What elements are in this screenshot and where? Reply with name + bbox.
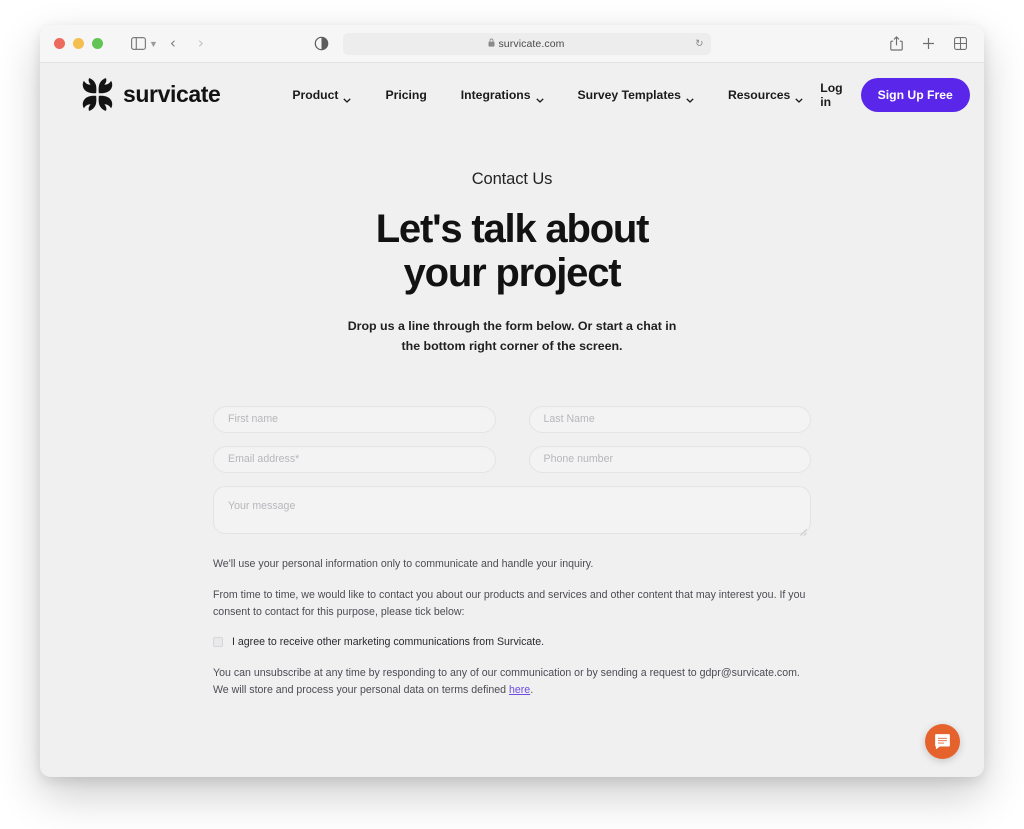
url-text: survicate.com [498,37,565,50]
legal-text-block: We'll use your personal information only… [213,556,811,700]
browser-actions [886,32,970,56]
nav-label: Integrations [460,87,531,102]
resize-handle-icon[interactable] [799,523,807,536]
browser-toolbar: ▼ ‹ › survicate.com ↻ [40,25,984,63]
legal-paragraph-2: From time to time, we would like to cont… [213,588,806,618]
minimize-window-button[interactable] [73,38,84,49]
back-arrow-icon: ‹ [169,34,176,52]
chevron-down-icon [795,92,803,103]
legal-paragraph-3: You can unsubscribe at any time by respo… [213,665,811,699]
message-placeholder: Your message [228,499,296,512]
page-subtitle: Drop us a line through the form below. O… [40,317,984,357]
last-name-input[interactable]: Last Name [528,405,811,433]
forward-arrow-icon: › [197,34,204,52]
message-textarea[interactable]: Your message [213,485,811,536]
nav-item-survey-templates[interactable]: Survey Templates [561,87,711,103]
legal-paragraph-3-suffix: . [530,684,534,697]
first-name-placeholder: First name [228,413,279,426]
survicate-logo-icon [81,78,114,111]
nav-item-integrations[interactable]: Integrations [444,87,561,103]
window-controls [54,38,103,49]
close-window-button[interactable] [54,38,65,49]
nav-label: Resources [727,87,791,102]
nav-item-product[interactable]: Product [275,87,368,103]
phone-placeholder: Phone number [543,453,614,466]
terms-here-link[interactable]: here [509,684,530,696]
first-name-input[interactable]: First name [213,405,496,433]
lock-icon [488,38,495,49]
page-title-line-1: Let's talk about [375,207,650,251]
page-subtitle-line-1: Drop us a line through the form below. O… [347,319,677,333]
nav-label: Survey Templates [577,87,681,102]
header-actions: Log in Sign Up Free [820,77,970,112]
main-navigation: Product Pricing Integrations Survey Temp… [275,87,820,103]
page-subtitle-line-2: the bottom right corner of the screen. [401,338,623,353]
form-row-name: First name Last Name [213,405,811,433]
last-name-placeholder: Last Name [543,413,595,426]
brand-name: survicate [123,81,221,107]
page-title: Let's talk about your project [40,207,984,295]
browser-navigation-controls: ▼ ‹ › [125,32,214,56]
brand-logo[interactable]: survicate [81,78,221,111]
contact-form: First name Last Name Email address* Phon… [213,405,811,700]
back-button[interactable]: ‹ [160,32,186,56]
forward-button[interactable]: › [188,32,214,56]
email-input[interactable]: Email address* [213,445,496,473]
email-placeholder: Email address* [228,453,300,466]
form-row-contact: Email address* Phone number [213,445,811,473]
chat-message-icon [934,733,951,750]
chevron-down-icon [686,92,694,103]
maximize-window-button[interactable] [92,38,103,49]
legal-paragraph-3-text: You can unsubscribe at any time by respo… [213,666,800,697]
browser-window: ▼ ‹ › survicate.com ↻ survicate Product … [40,25,984,777]
chevron-down-icon [535,92,544,103]
sidebar-toggle-icon[interactable] [125,32,151,56]
page-title-line-2: your project [403,251,622,295]
nav-item-resources[interactable]: Resources [711,87,820,103]
address-bar[interactable]: survicate.com ↻ [342,32,711,55]
legal-paragraph-1: We'll use your personal information only… [213,557,594,570]
page-eyebrow: Contact Us [471,170,553,188]
login-link[interactable]: Log in [820,81,842,109]
share-icon[interactable] [886,32,906,56]
chevron-down-icon[interactable]: ▼ [149,39,158,49]
nav-label: Product [292,87,339,102]
marketing-consent-checkbox[interactable] [213,637,223,648]
nav-item-pricing[interactable]: Pricing [368,88,443,102]
sign-up-free-button[interactable]: Sign Up Free [860,77,970,112]
chat-launcher-button[interactable] [925,724,960,759]
marketing-consent-row[interactable]: I agree to receive other marketing commu… [213,635,811,650]
nav-label: Pricing [385,87,427,102]
privacy-shield-icon[interactable] [314,36,329,51]
tab-overview-icon[interactable] [950,32,970,56]
hero-section: Contact Us Let's talk about your project… [40,126,984,357]
page-viewport: survicate Product Pricing Integrations S… [40,63,984,777]
phone-input[interactable]: Phone number [528,445,811,473]
marketing-consent-label: I agree to receive other marketing commu… [232,636,545,649]
chevron-down-icon [343,92,352,103]
new-tab-icon[interactable] [918,32,938,56]
reload-icon[interactable]: ↻ [695,38,703,49]
site-header: survicate Product Pricing Integrations S… [40,63,984,126]
